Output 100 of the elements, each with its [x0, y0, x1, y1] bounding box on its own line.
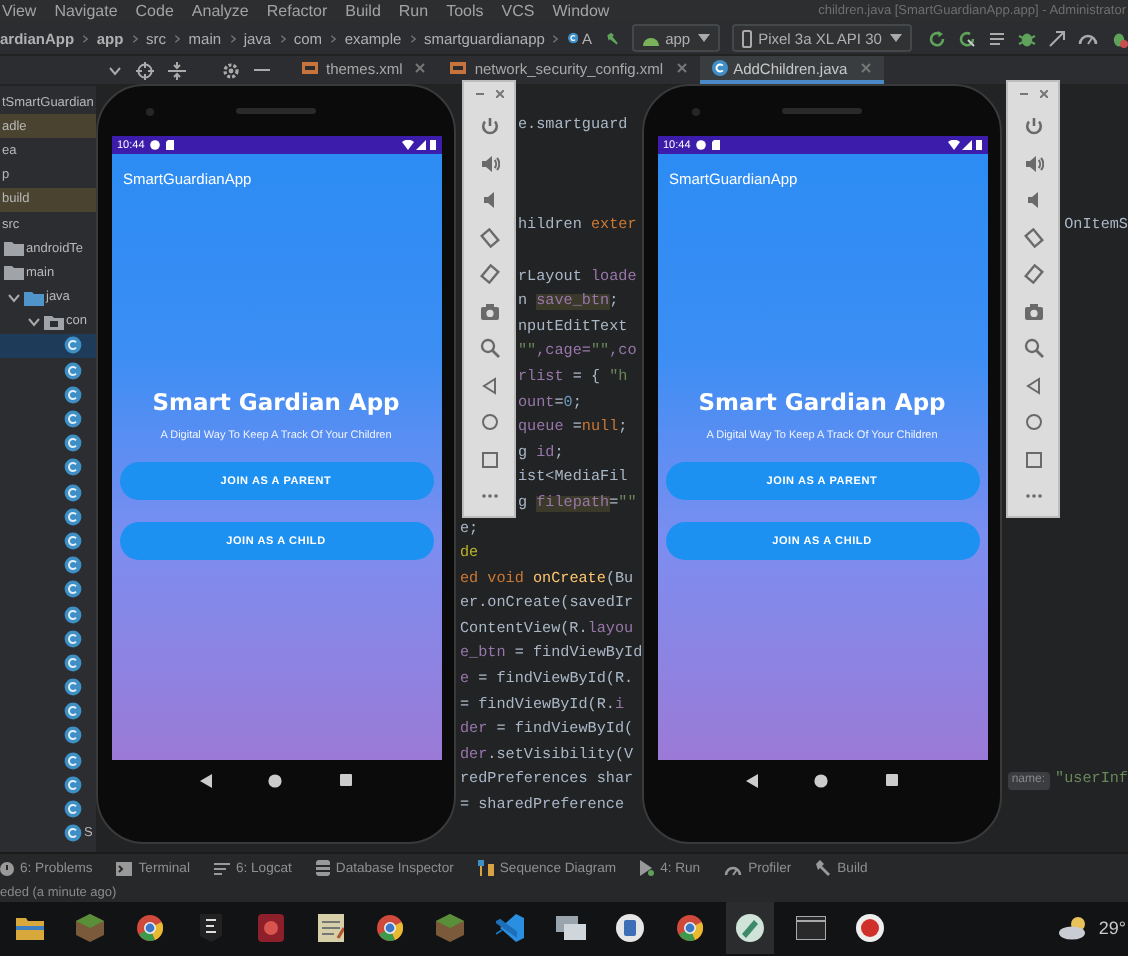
bug-icon[interactable]: [1109, 29, 1128, 48]
folder-icon[interactable]: [16, 916, 44, 941]
class-icon: [64, 458, 82, 477]
list-icon[interactable]: [987, 29, 1006, 48]
volume-up-icon[interactable]: [1023, 153, 1043, 173]
overview-icon[interactable]: [1023, 449, 1043, 469]
camera-icon[interactable]: [1023, 301, 1043, 321]
round-app-icon[interactable]: [616, 914, 644, 943]
caret-icon[interactable]: [28, 315, 40, 328]
menu-item[interactable]: View: [0, 1, 39, 20]
caret-icon[interactable]: [8, 291, 20, 304]
collapse-icon[interactable]: [168, 61, 186, 80]
headline: Smart Gardian App: [152, 388, 400, 416]
recents-icon[interactable]: [340, 774, 353, 786]
browser-icon[interactable]: [376, 914, 404, 943]
list-icon: [213, 861, 230, 876]
class-icon: [64, 361, 82, 380]
menu-item[interactable]: Analyze: [189, 1, 251, 20]
game-icon[interactable]: [257, 914, 283, 943]
terminal-icon[interactable]: [795, 916, 825, 941]
minimize-icon[interactable]: [475, 90, 483, 98]
browser-icon[interactable]: [136, 914, 164, 943]
volume-up-icon[interactable]: [479, 153, 499, 173]
rerun-icon[interactable]: [927, 29, 946, 48]
menu-item[interactable]: Run: [396, 1, 431, 20]
camera-icon[interactable]: [479, 301, 499, 321]
menu-item[interactable]: Code: [133, 1, 176, 20]
class-icon: [711, 60, 728, 77]
taskbar-button[interactable]: [726, 902, 774, 955]
rotate-left-icon[interactable]: [479, 227, 499, 247]
menu-item[interactable]: Navigate: [52, 1, 120, 20]
chevron-icon: [174, 31, 181, 46]
computer-icon[interactable]: [555, 915, 585, 942]
close-icon[interactable]: [859, 62, 872, 75]
class-icon: [64, 483, 82, 502]
rotate-right-icon[interactable]: [1023, 264, 1043, 284]
chevron-icon: [82, 31, 89, 46]
code-editor-icon[interactable]: [496, 914, 524, 943]
zoom-icon[interactable]: [479, 338, 499, 358]
menu-item[interactable]: Build: [343, 1, 383, 20]
bug-icon[interactable]: [1017, 29, 1036, 48]
rotate-right-icon[interactable]: [479, 264, 499, 284]
grass-block-icon[interactable]: [436, 914, 464, 943]
minimize-icon[interactable]: [1019, 90, 1027, 98]
locate-icon[interactable]: [136, 61, 154, 80]
attach-icon[interactable]: [1047, 29, 1066, 48]
home-icon[interactable]: [268, 773, 283, 787]
close-icon[interactable]: [675, 62, 688, 75]
notification-icon: [150, 140, 161, 150]
class-icon: [64, 434, 82, 453]
close-icon[interactable]: [414, 62, 427, 75]
class-icon: [64, 531, 82, 550]
class-icon: [64, 556, 82, 575]
browser-icon[interactable]: [676, 914, 704, 943]
menu-item[interactable]: Window: [550, 1, 612, 20]
menu-item[interactable]: VCS: [499, 1, 537, 20]
chevron-icon: [279, 31, 286, 46]
gauge-icon: [724, 861, 743, 876]
close-icon[interactable]: [1039, 90, 1047, 98]
hammer-icon[interactable]: [606, 28, 620, 49]
battery-icon: [975, 140, 981, 150]
volume-down-icon[interactable]: [1023, 190, 1043, 210]
back-icon[interactable]: [745, 773, 758, 787]
grass-block-icon[interactable]: [76, 914, 104, 943]
sd-card-icon: [166, 140, 175, 150]
gauge-icon[interactable]: [1077, 29, 1098, 48]
caret-icon: [698, 34, 711, 43]
back-icon[interactable]: [199, 773, 212, 787]
chevron-down-icon[interactable]: [108, 65, 122, 76]
menu-item[interactable]: Tools: [444, 1, 486, 20]
database-icon: [315, 860, 330, 877]
class-icon: [64, 336, 82, 355]
overview-icon[interactable]: [479, 449, 499, 469]
class-icon: [64, 678, 82, 697]
home-icon[interactable]: [814, 773, 829, 787]
menu-item[interactable]: Refactor: [264, 1, 330, 20]
class-icon: [64, 629, 82, 648]
volume-down-icon[interactable]: [479, 190, 499, 210]
class-icon: [567, 30, 578, 47]
rotate-left-icon[interactable]: [1023, 227, 1043, 247]
notepad-icon[interactable]: [317, 914, 343, 943]
chevron-icon: [131, 31, 138, 46]
cloud-moon-icon: [1058, 916, 1091, 941]
recents-icon[interactable]: [886, 774, 899, 786]
shield-logo-icon[interactable]: [199, 914, 221, 943]
android-studio-icon[interactable]: [736, 914, 764, 943]
play-icon: [640, 860, 655, 877]
zoom-icon[interactable]: [1023, 338, 1043, 358]
settings-icon[interactable]: [222, 61, 240, 80]
record-icon[interactable]: [856, 914, 884, 943]
power-icon[interactable]: [479, 116, 499, 136]
power-icon[interactable]: [1023, 116, 1043, 136]
wifi-icon: [947, 140, 959, 150]
phone-icon: [742, 29, 753, 48]
caret-icon: [889, 34, 902, 43]
apply-changes-icon[interactable]: [957, 29, 976, 48]
close-icon[interactable]: [495, 90, 503, 98]
class-icon: [64, 800, 82, 819]
diagram-icon: [477, 860, 494, 877]
tree-item[interactable]: [0, 333, 96, 359]
